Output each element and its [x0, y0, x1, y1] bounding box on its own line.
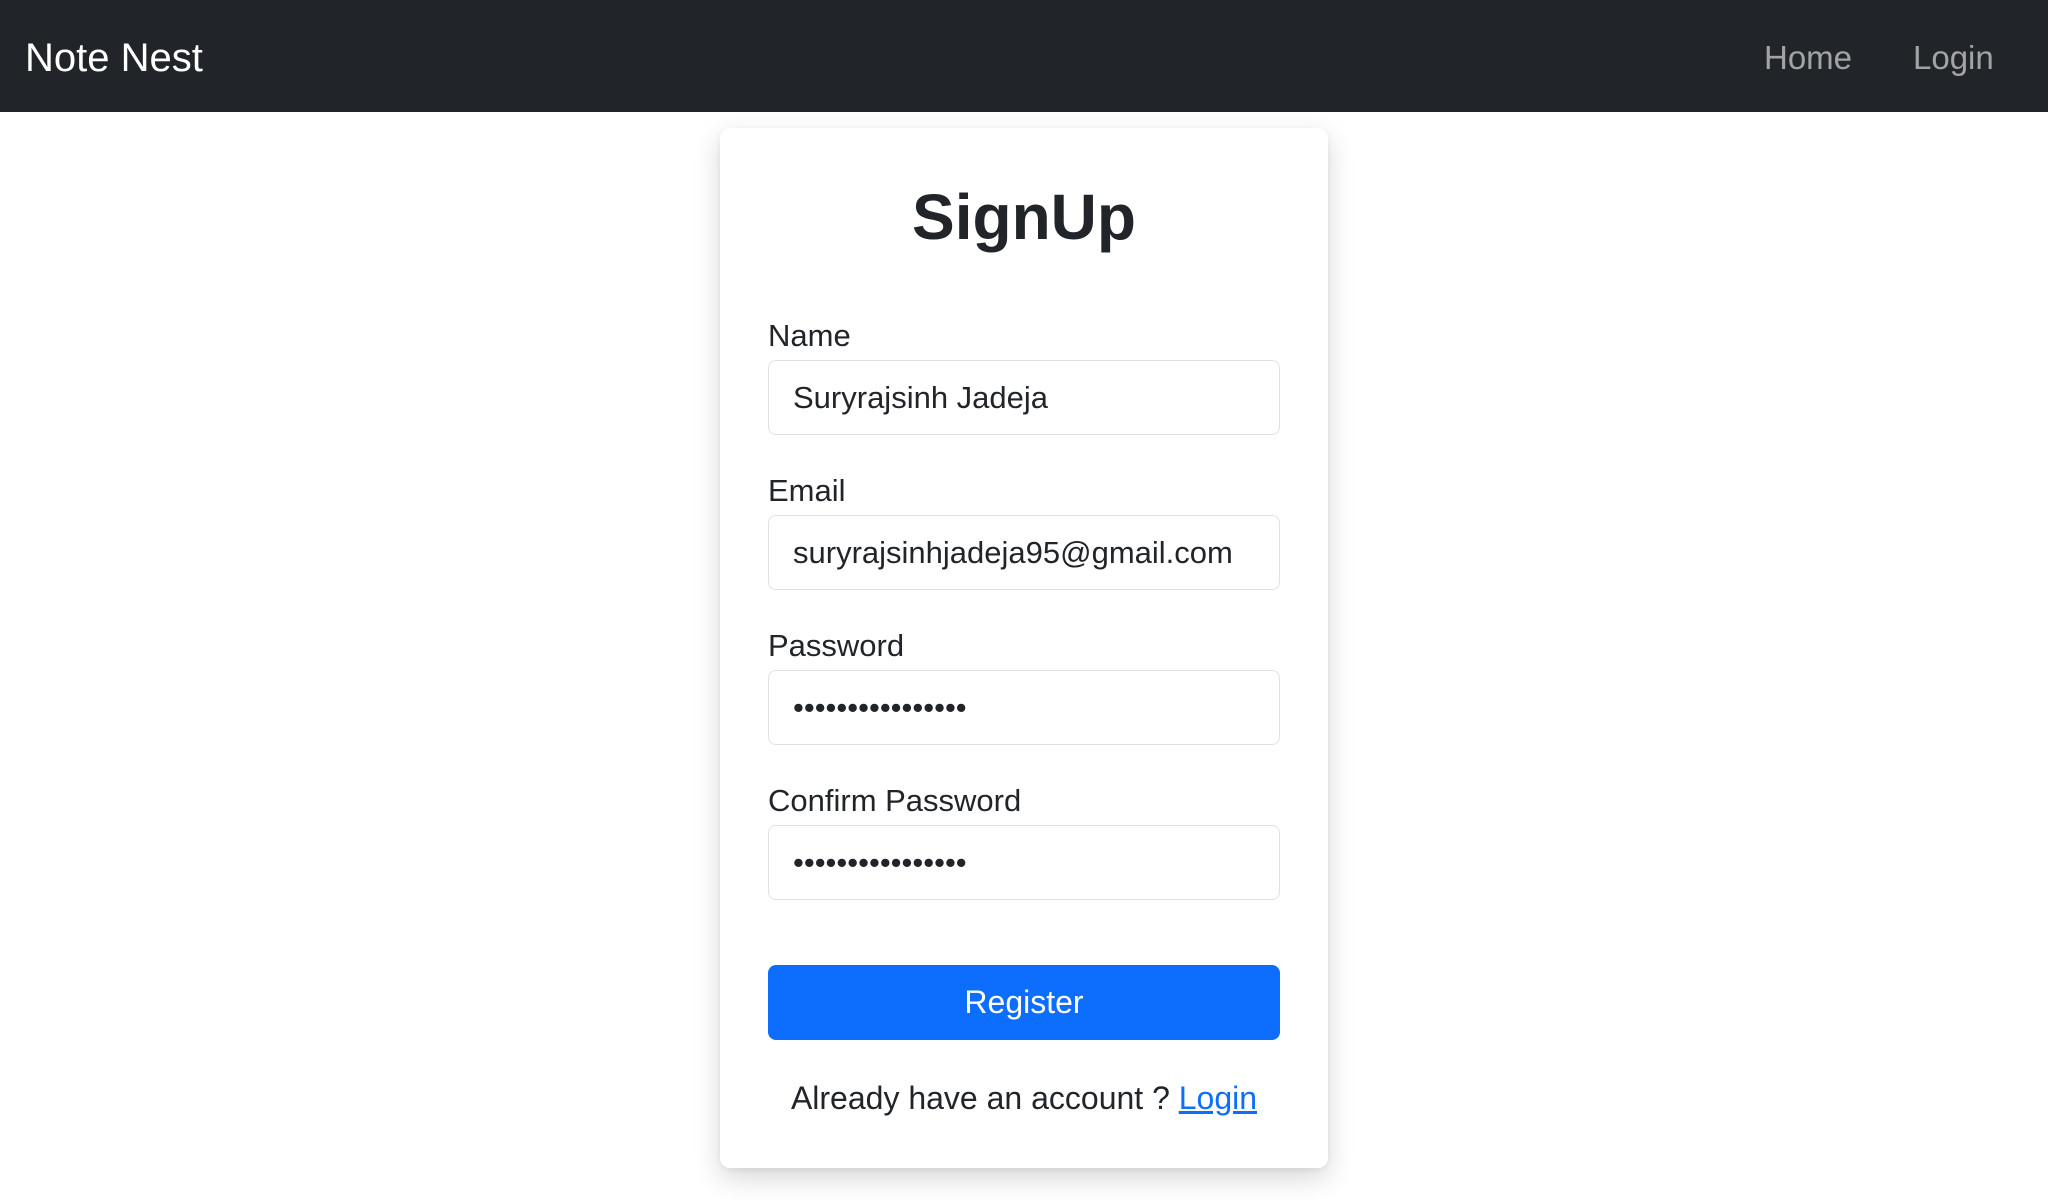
confirm-password-field[interactable]	[768, 825, 1280, 900]
name-field[interactable]	[768, 360, 1280, 435]
email-label: Email	[768, 473, 846, 508]
page-title: SignUp	[912, 181, 1136, 253]
login-prompt: Already have an account ? Login	[720, 1076, 1328, 1120]
brand-logo[interactable]: Note Nest	[25, 32, 203, 84]
nav-home-link[interactable]: Home	[1764, 36, 1852, 80]
login-link[interactable]: Login	[1179, 1080, 1257, 1116]
password-label: Password	[768, 628, 905, 663]
email-field[interactable]	[768, 515, 1280, 590]
confirm-password-label: Confirm Password	[768, 783, 1022, 818]
password-field[interactable]	[768, 670, 1280, 745]
name-label: Name	[768, 318, 851, 353]
login-prompt-text: Already have an account ?	[790, 1080, 1170, 1116]
top-navbar: Note Nest Home Login	[0, 0, 2048, 112]
signup-card: SignUp Name Email Password Confirm Passw…	[720, 128, 1328, 1168]
register-button[interactable]: Register	[768, 965, 1280, 1040]
nav-login-link[interactable]: Login	[1913, 36, 1994, 80]
